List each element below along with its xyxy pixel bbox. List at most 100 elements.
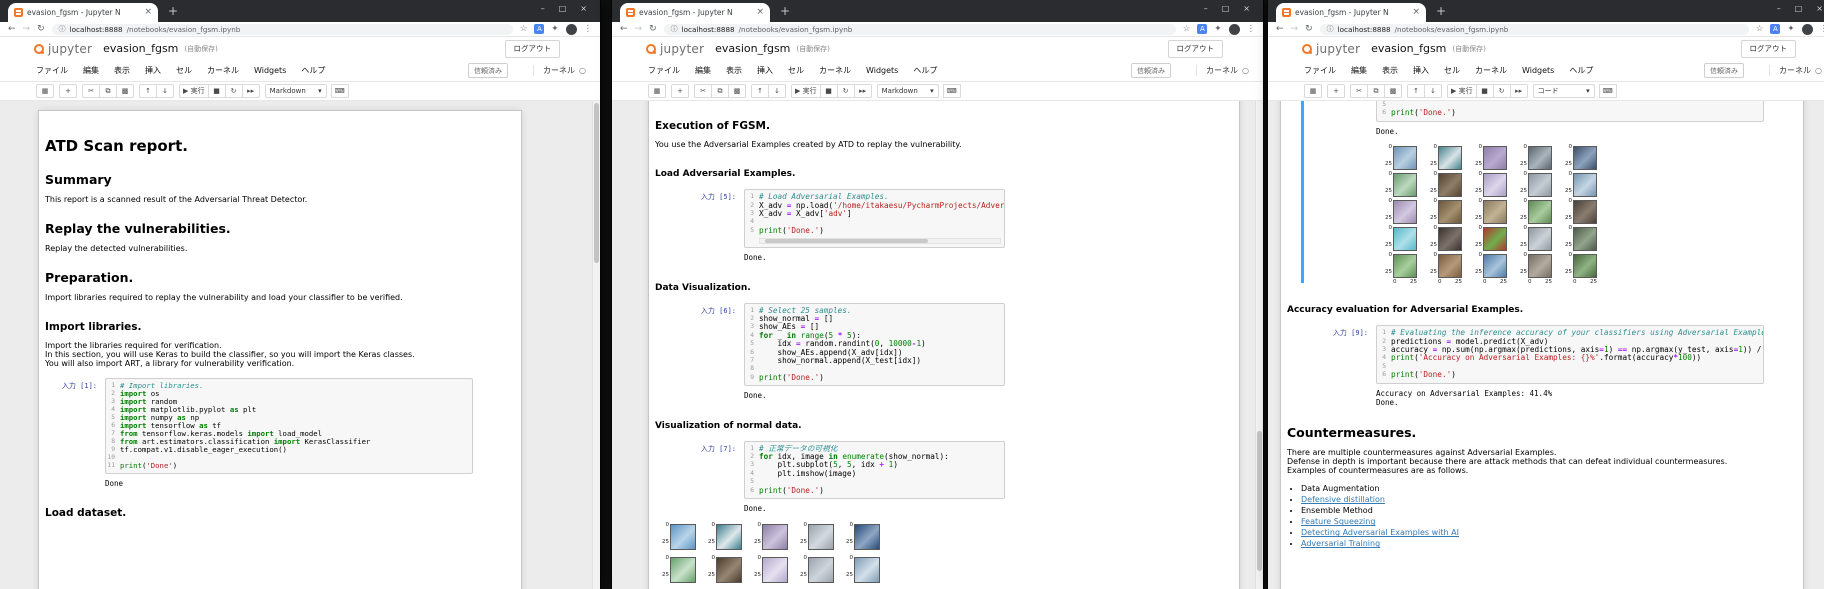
menu-item[interactable]: セル	[788, 65, 804, 76]
notebook-title[interactable]: evasion_fgsm	[103, 42, 178, 55]
menu-item[interactable]: Widgets	[866, 66, 898, 75]
move-down-button[interactable]: ↓	[768, 84, 786, 98]
markdown-link[interactable]: Feature Squeezing	[1301, 517, 1375, 526]
copy-cell-button[interactable]: ⧉	[1367, 84, 1385, 98]
run-button[interactable]: ▶ 実行	[791, 84, 821, 98]
move-down-button[interactable]: ↓	[1424, 84, 1442, 98]
back-icon[interactable]: ←	[620, 24, 628, 34]
cut-cell-button[interactable]: ✂	[1350, 84, 1368, 98]
logout-button[interactable]: ログアウト	[1740, 39, 1796, 58]
code-editor[interactable]: 1 # 正常データの可視化 2 for idx, image in enumerate…	[744, 440, 1005, 500]
markdown-link[interactable]: Defensive distillation	[1301, 495, 1385, 504]
menu-item[interactable]: 編集	[695, 65, 711, 76]
vertical-scrollbar[interactable]	[1255, 101, 1263, 589]
minimize-icon[interactable]: –	[1204, 5, 1208, 13]
celltype-dropdown[interactable]: Markdown ▾	[264, 84, 327, 98]
copy-cell-button[interactable]: ⧉	[99, 84, 117, 98]
trusted-badge[interactable]: 信頼済み	[1704, 63, 1745, 78]
forward-icon[interactable]: →	[1291, 24, 1299, 34]
keyboard-button[interactable]: ⌨	[330, 84, 349, 98]
extension-pin-icon[interactable]: ✦	[551, 24, 558, 34]
site-info-icon[interactable]: ⓘ	[59, 24, 66, 34]
restart-run-all-button[interactable]: ▸▸	[241, 84, 260, 98]
profile-avatar[interactable]	[1801, 23, 1813, 35]
notebook-scroll-area[interactable]: ATD Scan report. Summary This report is a …	[0, 101, 600, 589]
maximize-icon[interactable]: □	[1222, 5, 1230, 13]
bookmark-star-icon[interactable]: ☆	[520, 24, 528, 34]
browser-tab[interactable]: evasion_fgsm - Jupyter N ×	[620, 3, 770, 22]
browser-menu-icon[interactable]: ⋮	[1247, 24, 1256, 34]
notebook-title[interactable]: evasion_fgsm	[715, 42, 790, 55]
run-button[interactable]: ▶ 実行	[1447, 84, 1477, 98]
browser-menu-icon[interactable]: ⋮	[584, 24, 593, 34]
close-icon[interactable]: ×	[1243, 5, 1250, 13]
browser-tab[interactable]: evasion_fgsm - Jupyter N ×	[1276, 3, 1426, 22]
menu-item[interactable]: 表示	[114, 65, 130, 76]
scrollbar-thumb[interactable]	[1257, 431, 1262, 571]
menu-item[interactable]: カーネル	[1475, 65, 1507, 76]
menu-item[interactable]: カーネル	[207, 65, 239, 76]
restart-kernel-button[interactable]: ↻	[836, 84, 855, 98]
jupyter-logo-icon[interactable]	[1302, 43, 1312, 54]
copy-cell-button[interactable]: ⧉	[711, 84, 729, 98]
tab-close-icon[interactable]: ×	[756, 8, 764, 17]
bookmark-star-icon[interactable]: ☆	[1183, 24, 1191, 34]
restart-kernel-button[interactable]: ↻	[224, 84, 243, 98]
save-button[interactable]: ▦	[1304, 84, 1322, 98]
celltype-dropdown[interactable]: Markdown ▾	[876, 84, 939, 98]
code-editor[interactable]: 1 # Evaluating the inference accuracy of …	[1376, 325, 1764, 384]
menu-item[interactable]: Widgets	[1522, 66, 1554, 75]
restart-run-all-button[interactable]: ▸▸	[1509, 84, 1528, 98]
jupyter-logo-icon[interactable]	[34, 43, 44, 54]
horizontal-scrollbar[interactable]	[759, 238, 1001, 245]
menu-item[interactable]: 編集	[1351, 65, 1367, 76]
jupyter-logo-text[interactable]: jupyter	[660, 42, 704, 56]
notebook-scroll-area[interactable]: 5 6 print('Done.') Done. 0 25 0 25 0 25 0 25 0 25 0 25 0…	[1268, 101, 1824, 589]
move-down-button[interactable]: ↓	[156, 84, 174, 98]
markdown-link[interactable]: Adversarial Training	[1301, 539, 1380, 548]
move-up-button[interactable]: ↑	[139, 84, 157, 98]
minimize-icon[interactable]: –	[541, 5, 545, 13]
maximize-icon[interactable]: □	[1795, 5, 1803, 13]
save-button[interactable]: ▦	[648, 84, 666, 98]
menu-item[interactable]: ヘルプ	[913, 65, 937, 76]
keyboard-button[interactable]: ⌨	[942, 84, 961, 98]
paste-cell-button[interactable]: ▩	[1384, 84, 1402, 98]
menu-item[interactable]: Widgets	[254, 66, 286, 75]
tab-close-icon[interactable]: ×	[1412, 8, 1420, 17]
notebook-title[interactable]: evasion_fgsm	[1371, 42, 1446, 55]
translate-icon[interactable]: A	[1770, 24, 1781, 34]
add-cell-button[interactable]: +	[1327, 84, 1345, 98]
move-up-button[interactable]: ↑	[751, 84, 769, 98]
reload-icon[interactable]: ↻	[1305, 24, 1313, 34]
menu-item[interactable]: ヘルプ	[1569, 65, 1593, 76]
extension-pin-icon[interactable]: ✦	[1214, 24, 1221, 34]
jupyter-logo-text[interactable]: jupyter	[48, 42, 92, 56]
forward-icon[interactable]: →	[23, 24, 31, 34]
stop-button[interactable]: ■	[819, 84, 838, 98]
maximize-icon[interactable]: □	[559, 5, 567, 13]
code-editor[interactable]: 1 # Load Adversarial Examples. 2 X_adv = np…	[744, 189, 1005, 249]
close-icon[interactable]: ×	[580, 5, 587, 13]
new-tab-button[interactable]: +	[1436, 4, 1446, 18]
code-editor[interactable]: 1 # Import libraries. 2 import os 3 import ra…	[105, 378, 473, 475]
menu-item[interactable]: ヘルプ	[301, 65, 325, 76]
menu-item[interactable]: ファイル	[648, 65, 680, 76]
restart-kernel-button[interactable]: ↻	[1492, 84, 1511, 98]
new-tab-button[interactable]: +	[780, 4, 790, 18]
menu-item[interactable]: ファイル	[36, 65, 68, 76]
close-icon[interactable]: ×	[1816, 5, 1823, 13]
vertical-scrollbar[interactable]	[592, 101, 600, 589]
reload-icon[interactable]: ↻	[37, 24, 45, 34]
menu-item[interactable]: カーネル	[819, 65, 851, 76]
menu-item[interactable]: ファイル	[1304, 65, 1336, 76]
run-button[interactable]: ▶ 実行	[179, 84, 209, 98]
bookmark-star-icon[interactable]: ☆	[1756, 24, 1764, 34]
move-up-button[interactable]: ↑	[1407, 84, 1425, 98]
address-bar[interactable]: ⓘ localhost:8888/notebooks/evasion_fgsm.…	[1319, 23, 1749, 35]
minimize-icon[interactable]: –	[1777, 5, 1781, 13]
translate-icon[interactable]: A	[1197, 24, 1208, 34]
jupyter-logo-icon[interactable]	[646, 43, 656, 54]
tab-close-icon[interactable]: ×	[144, 8, 152, 17]
jupyter-logo-text[interactable]: jupyter	[1316, 42, 1360, 56]
